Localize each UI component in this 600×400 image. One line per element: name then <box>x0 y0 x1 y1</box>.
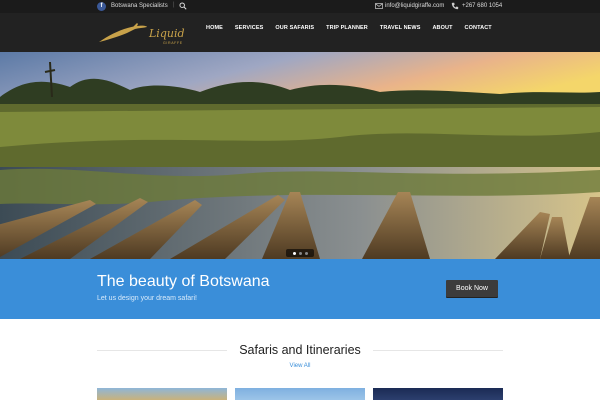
phone-icon <box>451 2 459 10</box>
svg-text:GIRAFFE: GIRAFFE <box>163 41 183 45</box>
section-divider-right <box>373 350 503 351</box>
liquid-giraffe-logo[interactable]: Liquid GIRAFFE <box>97 22 189 46</box>
itinerary-card-image[interactable] <box>97 388 227 400</box>
top-utility-bar: f Botswana Specialists | info@liquidgira… <box>0 0 600 13</box>
tagline: Botswana Specialists <box>111 3 168 9</box>
itinerary-card-image[interactable] <box>373 388 503 400</box>
view-all-link[interactable]: View All <box>0 363 600 369</box>
book-now-button[interactable]: Book Now <box>446 280 498 297</box>
hero-image-okavango-mokoros <box>0 52 600 259</box>
phone-number[interactable]: +267 680 1054 <box>462 3 502 9</box>
itinerary-card-image[interactable] <box>235 388 365 400</box>
banner-subtitle: Let us design your dream safari! <box>97 295 197 302</box>
site-header: Liquid GIRAFFE HOME SERVICES OUR SAFARIS… <box>0 13 600 52</box>
nav-about[interactable]: ABOUT <box>426 13 458 52</box>
nav-home[interactable]: HOME <box>200 13 229 52</box>
nav-our-safaris[interactable]: OUR SAFARIS <box>269 13 320 52</box>
separator: | <box>173 2 175 8</box>
cta-banner: The beauty of Botswana Let us design you… <box>0 259 600 319</box>
email-link[interactable]: info@liquidgiraffe.com <box>385 3 444 9</box>
hero-slider[interactable] <box>0 52 600 259</box>
slider-dot-2[interactable] <box>298 251 302 255</box>
search-icon[interactable] <box>179 2 187 10</box>
nav-contact[interactable]: CONTACT <box>459 13 498 52</box>
slider-pagination <box>286 249 314 257</box>
nav-services[interactable]: SERVICES <box>229 13 270 52</box>
slider-dot-1[interactable] <box>292 251 296 255</box>
nav-trip-planner[interactable]: TRIP PLANNER <box>320 13 374 52</box>
mail-icon <box>375 3 383 9</box>
section-title: Safaris and Itineraries <box>239 343 361 357</box>
nav-travel-news[interactable]: TRAVEL NEWS <box>374 13 427 52</box>
banner-title: The beauty of Botswana <box>97 273 270 290</box>
slider-dot-3[interactable] <box>304 251 308 255</box>
facebook-icon[interactable]: f <box>97 2 106 11</box>
svg-text:Liquid: Liquid <box>148 27 185 40</box>
main-navigation: HOME SERVICES OUR SAFARIS TRIP PLANNER T… <box>200 13 498 52</box>
